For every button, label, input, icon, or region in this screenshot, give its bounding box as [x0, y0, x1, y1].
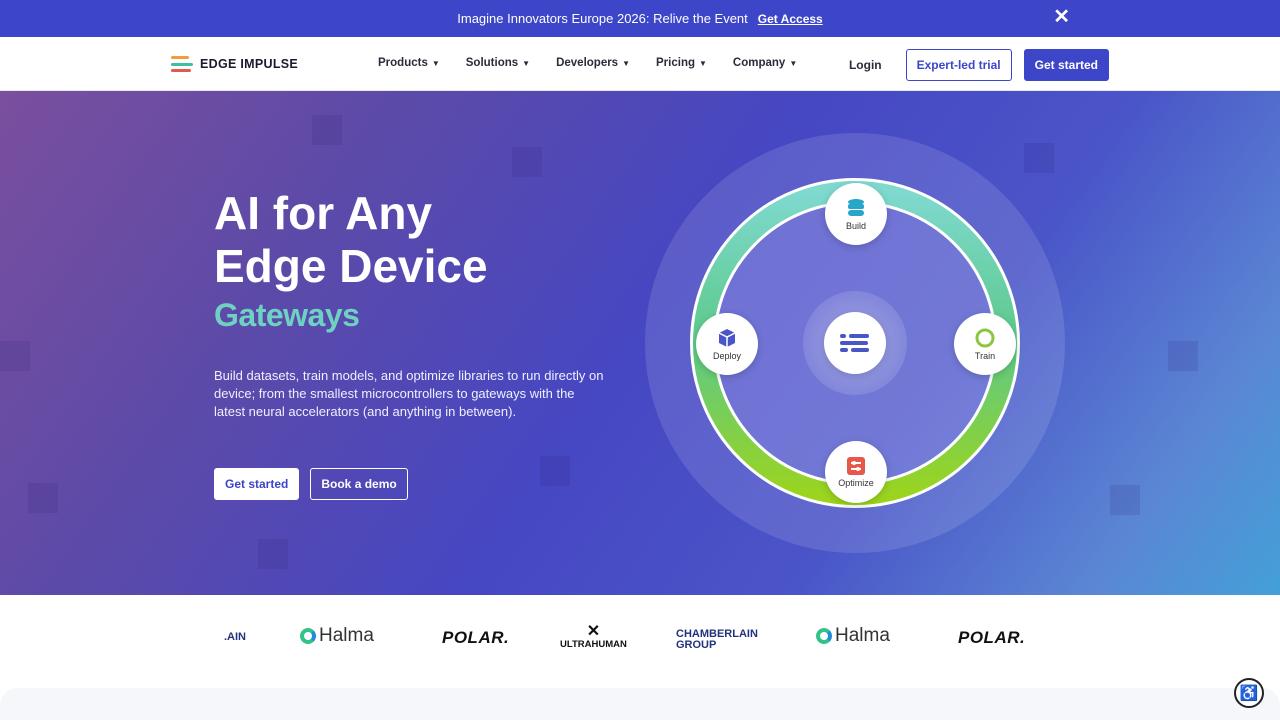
announcement-bar: Imagine Innovators Europe 2026: Relive t…	[0, 0, 1280, 37]
next-section-edge	[0, 688, 1280, 720]
logo-halma: Halma	[816, 625, 890, 647]
nav-item-developers[interactable]: Developers ▼	[556, 57, 630, 69]
decor-tile	[258, 539, 288, 569]
hero-buttons: Get started Book a demo	[214, 468, 408, 500]
logo-polar: POLAR.	[958, 628, 1026, 647]
halma-mark-icon	[816, 628, 832, 644]
decor-tile	[28, 483, 58, 513]
hero-get-started-button[interactable]: Get started	[214, 468, 300, 500]
decor-tile	[312, 115, 342, 145]
decor-tile	[512, 147, 542, 177]
sliders-icon	[847, 456, 865, 475]
hero-title: AI for Any Edge Device	[214, 187, 488, 292]
nav-item-pricing[interactable]: Pricing ▼	[656, 57, 707, 69]
edge-impulse-logo-icon	[171, 56, 193, 72]
decor-tile	[1168, 341, 1198, 371]
decor-tile	[540, 456, 570, 486]
logo-partial: .AIN	[224, 631, 246, 643]
brand-name: EDGE IMPULSE	[200, 57, 299, 71]
brand-logo[interactable]: EDGE IMPULSE	[171, 56, 298, 72]
nav-item-products[interactable]: Products ▼	[378, 57, 440, 69]
caret-down-icon: ▼	[789, 58, 798, 68]
decor-tile	[0, 341, 30, 371]
logo-halma: Halma	[300, 625, 374, 647]
hero-description: Build datasets, train models, and optimi…	[214, 368, 604, 419]
nav-item-company[interactable]: Company ▼	[733, 57, 797, 69]
cube-icon	[718, 328, 736, 347]
nav-get-started-button[interactable]: Get started	[1023, 49, 1109, 81]
caret-down-icon: ▼	[522, 58, 531, 68]
cycle-node-optimize[interactable]: Optimize	[825, 441, 887, 503]
caret-down-icon: ▼	[699, 58, 707, 68]
edge-impulse-core-icon	[824, 312, 886, 374]
ultrahuman-mark-icon: ✕	[586, 623, 601, 640]
ml-lifecycle-diagram: Build Train Optimize Deploy	[645, 133, 1065, 553]
caret-down-icon: ▼	[431, 58, 440, 68]
logo-ultrahuman: ✕ ULTRAHUMAN	[560, 623, 627, 651]
logo-polar: POLAR.	[442, 628, 510, 647]
cycle-node-build[interactable]: Build	[825, 183, 887, 245]
expert-trial-button[interactable]: Expert-led trial	[905, 49, 1012, 81]
close-icon[interactable]: ✕	[1053, 6, 1070, 28]
database-icon	[848, 198, 864, 216]
accessibility-icon[interactable]: ♿	[1234, 678, 1264, 708]
optimize-label: Optimize	[838, 477, 874, 488]
logo-chamberlain: CHAMBERLAIN GROUP	[676, 628, 758, 651]
book-demo-button[interactable]: Book a demo	[310, 468, 408, 500]
build-label: Build	[845, 220, 866, 231]
announcement-text: Imagine Innovators Europe 2026: Relive t…	[457, 11, 748, 26]
main-nav: EDGE IMPULSE Products ▼ Solutions ▼ Develo…	[0, 37, 1280, 91]
train-label: Train	[974, 350, 996, 361]
nav-menu: Products ▼ Solutions ▼ Developers ▼ Pricing…	[378, 57, 797, 69]
cycle-node-deploy[interactable]: Deploy	[696, 313, 758, 375]
nav-actions: Login Expert-led trial Get started	[849, 49, 1109, 81]
hero-section: AI for Any Edge Device Gateways Build da…	[0, 91, 1280, 595]
decor-tile	[1110, 485, 1140, 515]
get-access-link[interactable]: Get Access	[758, 12, 823, 26]
deploy-label: Deploy	[712, 350, 741, 361]
halma-mark-icon	[300, 628, 316, 644]
nav-item-solutions[interactable]: Solutions ▼	[466, 57, 530, 69]
refresh-icon	[975, 328, 995, 347]
caret-down-icon: ▼	[622, 58, 631, 68]
hero-rotating-word: Gateways	[214, 297, 360, 333]
login-link[interactable]: Login	[849, 58, 882, 72]
customer-logos: .AIN Halma POLAR. ✕ ULTRAHUMAN CHAMBERLA…	[0, 595, 1280, 691]
cycle-node-train[interactable]: Train	[954, 313, 1016, 375]
